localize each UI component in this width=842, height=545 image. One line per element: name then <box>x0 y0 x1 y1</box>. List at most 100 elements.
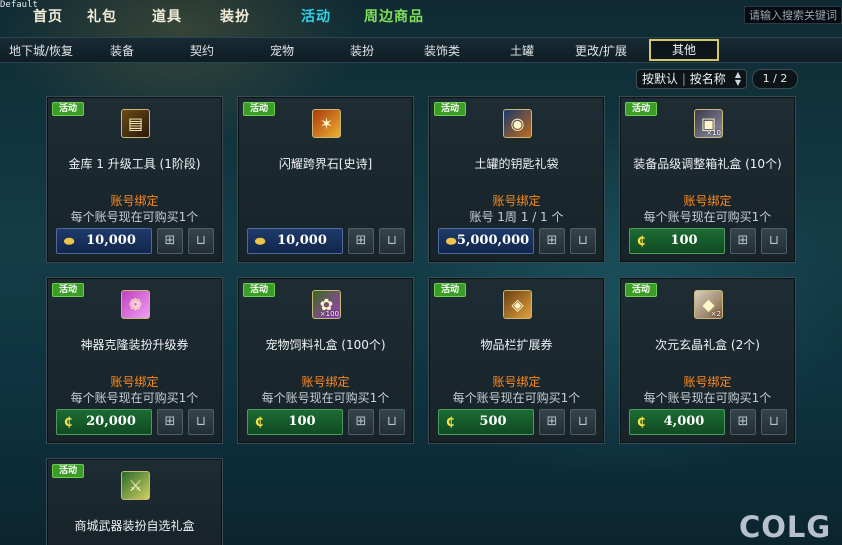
event-badge: 活动 <box>243 283 275 297</box>
bind-status: 账号绑定 <box>492 375 541 389</box>
gift-icon: ⊞ <box>355 414 367 429</box>
sort-arrows-icon: ▲ ▼ <box>734 70 741 87</box>
top-navigation: 首页 礼包 道具 装扮 活动 周边商品 <box>0 0 842 32</box>
item-card[interactable]: 活动 ✶ 闪耀跨界石[史诗] ⬬ 10,000 ⊞ ⊔ <box>237 96 414 263</box>
bind-status: 账号绑定 <box>301 375 350 389</box>
cart-icon: ⊔ <box>768 233 780 248</box>
item-name: 商城武器装扮自选礼盒 <box>74 519 195 533</box>
purchase-limit: 账号 1周 1 / 1 个 <box>469 210 564 224</box>
purchase-limit: 每个账号现在可购买1个 <box>643 391 772 405</box>
price-button[interactable]: ₵ 100 <box>247 409 343 435</box>
item-quantity: ×2 <box>710 310 721 318</box>
price-button[interactable]: ₵ 100 <box>629 228 725 254</box>
search-input[interactable] <box>744 6 842 24</box>
gift-button[interactable]: ⊞ <box>348 228 374 254</box>
category-decoration[interactable]: 装饰类 <box>424 42 460 59</box>
gift-button[interactable]: ⊞ <box>730 228 756 254</box>
gift-icon: ⊞ <box>355 233 367 248</box>
bind-status: 账号绑定 <box>110 194 159 208</box>
event-badge: 活动 <box>434 102 466 116</box>
gift-icon: ⊞ <box>737 233 749 248</box>
purchase-limit: 每个账号现在可购买1个 <box>70 391 199 405</box>
cart-icon: ⊔ <box>386 414 398 429</box>
nav-home[interactable]: 首页 <box>33 6 63 26</box>
cart-button[interactable]: ⊔ <box>761 228 787 254</box>
gift-icon: ⊞ <box>164 233 176 248</box>
price-value: 500 <box>479 414 507 429</box>
category-dungeon[interactable]: 地下城/恢复 <box>9 42 73 59</box>
inventory-bag-icon: ◈ <box>503 290 532 319</box>
bind-status: 账号绑定 <box>683 375 732 389</box>
cart-button[interactable]: ⊔ <box>379 228 405 254</box>
category-other[interactable]: 其他 <box>649 39 719 61</box>
cart-button[interactable]: ⊔ <box>761 409 787 435</box>
pet-food-icon: ✿ ×100 <box>312 290 341 319</box>
item-name: 土罐的钥匙礼袋 <box>474 157 559 171</box>
item-card[interactable]: 活动 ⚔ 商城武器装扮自选礼盒 <box>46 458 223 545</box>
gift-button[interactable]: ⊞ <box>348 409 374 435</box>
price-button[interactable]: ⬬ 10,000 <box>247 228 343 254</box>
item-card[interactable]: 活动 ◆ ×2 次元玄晶礼盒 (2个) 账号绑定 每个账号现在可购买1个 ₵ 4,0… <box>619 277 796 444</box>
cart-button[interactable]: ⊔ <box>570 228 596 254</box>
price-value: 100 <box>670 233 698 248</box>
price-button[interactable]: ₵ 4,000 <box>629 409 725 435</box>
item-name: 装备品级调整箱礼盒 (10个) <box>633 157 782 171</box>
nav-merchandise[interactable]: 周边商品 <box>364 6 424 26</box>
cart-button[interactable]: ⊔ <box>570 409 596 435</box>
event-badge: 活动 <box>52 283 84 297</box>
item-name: 闪耀跨界石[史诗] <box>278 157 373 171</box>
nav-events[interactable]: 活动 <box>301 6 331 26</box>
nav-avatar[interactable]: 装扮 <box>220 6 250 26</box>
event-badge: 活动 <box>625 102 657 116</box>
item-name: 物品栏扩展券 <box>480 338 553 352</box>
price-value: 5,000,000 <box>456 233 530 248</box>
item-card[interactable]: 活动 ◈ 物品栏扩展券 账号绑定 每个账号现在可购买1个 ₵ 500 ⊞ ⊔ <box>428 277 605 444</box>
cross-stone-icon: ✶ <box>312 109 341 138</box>
weapon-box-icon: ⚔ <box>121 471 150 500</box>
cart-button[interactable]: ⊔ <box>379 409 405 435</box>
crystal-box-icon: ◆ ×2 <box>694 290 723 319</box>
item-card[interactable]: 活动 ✿ ×100 宠物饲料礼盒 (100个) 账号绑定 每个账号现在可购买1个 … <box>237 277 414 444</box>
price-button[interactable]: ⬬ 5,000,000 <box>438 228 534 254</box>
item-card[interactable]: 活动 ❁ 神器克隆装扮升级券 账号绑定 每个账号现在可购买1个 ₵ 20,000 … <box>46 277 223 444</box>
key-bag-icon: ◉ <box>503 109 532 138</box>
cart-button[interactable]: ⊔ <box>188 228 214 254</box>
purchase-limit: 每个账号现在可购买1个 <box>452 391 581 405</box>
category-equipment[interactable]: 装备 <box>110 42 134 59</box>
gift-button[interactable]: ⊞ <box>539 409 565 435</box>
gift-button[interactable]: ⊞ <box>539 228 565 254</box>
category-avatar[interactable]: 装扮 <box>350 42 374 59</box>
item-card[interactable]: 活动 ▤ 金库 1 升级工具 (1阶段) 账号绑定 每个账号现在可购买1个 ⬬ 1… <box>46 96 223 263</box>
price-button[interactable]: ⬬ 10,000 <box>56 228 152 254</box>
item-card[interactable]: 活动 ▣ ×10 装备品级调整箱礼盒 (10个) 账号绑定 每个账号现在可购买1个… <box>619 96 796 263</box>
category-jar[interactable]: 土罐 <box>510 42 534 59</box>
item-card[interactable]: 活动 ◉ 土罐的钥匙礼袋 账号绑定 账号 1周 1 / 1 个 ⬬ 5,000,0… <box>428 96 605 263</box>
price-value: 10,000 <box>277 233 327 248</box>
price-value: 20,000 <box>86 414 136 429</box>
bind-status: 账号绑定 <box>683 194 732 208</box>
gift-button[interactable]: ⊞ <box>730 409 756 435</box>
event-badge: 活动 <box>434 283 466 297</box>
event-badge: 活动 <box>243 102 275 116</box>
category-change-expand[interactable]: 更改/扩展 <box>575 42 627 59</box>
event-badge: 活动 <box>52 464 84 478</box>
category-pet[interactable]: 宠物 <box>270 42 294 59</box>
nav-items[interactable]: 道具 <box>152 6 182 26</box>
category-contract[interactable]: 契约 <box>190 42 214 59</box>
sort-dropdown[interactable]: 按默认 | 按名称 ▲ ▼ <box>636 69 747 89</box>
price-button[interactable]: ₵ 20,000 <box>56 409 152 435</box>
pagination[interactable]: 1 / 2 <box>752 69 798 89</box>
cart-icon: ⊔ <box>577 414 589 429</box>
nav-packages[interactable]: 礼包 <box>87 6 117 26</box>
gift-button[interactable]: ⊞ <box>157 409 183 435</box>
cart-button[interactable]: ⊔ <box>188 409 214 435</box>
category-bar: 地下城/恢复 装备 契约 宠物 装扮 装饰类 土罐 更改/扩展 其他 <box>0 37 842 63</box>
sort-default-label: 按默认 <box>642 72 679 86</box>
price-button[interactable]: ₵ 500 <box>438 409 534 435</box>
gift-button[interactable]: ⊞ <box>157 228 183 254</box>
gift-icon: ⊞ <box>546 414 558 429</box>
price-value: 100 <box>288 414 316 429</box>
bind-status: 账号绑定 <box>110 375 159 389</box>
treasure-chest-icon: ▤ <box>121 109 150 138</box>
bind-status: 账号绑定 <box>492 194 541 208</box>
